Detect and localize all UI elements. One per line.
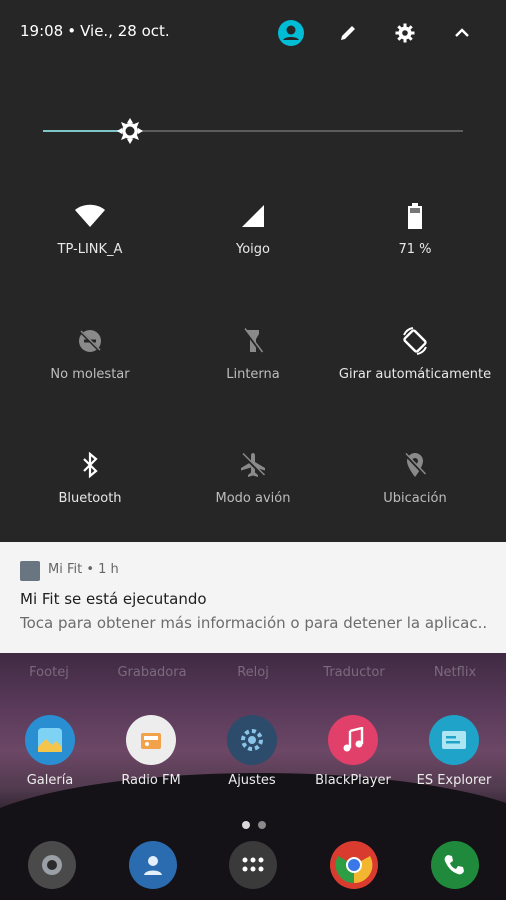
app-label-netflix[interactable]: Netflix: [410, 665, 500, 680]
tile-auto-rotate[interactable]: Girar automáticamente: [331, 321, 499, 431]
notification-mi-fit[interactable]: Mi Fit • 1 h Mi Fit se está ejecutando T…: [0, 542, 506, 653]
music-icon: [328, 715, 378, 765]
app-label-footej[interactable]: Footej: [4, 665, 94, 680]
app-ajustes[interactable]: Ajustes: [202, 715, 302, 788]
page-indicator: [238, 814, 270, 833]
notification-text: Toca para obtener más información o para…: [20, 614, 488, 632]
page-dot: [258, 821, 266, 829]
flashlight-icon: [169, 321, 337, 361]
battery-icon: [331, 196, 499, 236]
quick-settings-panel: 19:08 • Vie., 28 oct. TP-LINK_A Yoigo 71…: [0, 0, 506, 542]
tile-label: Modo avión: [215, 491, 291, 506]
user-account-icon[interactable]: [277, 19, 305, 47]
contacts-icon[interactable]: [129, 841, 177, 889]
tile-label: Bluetooth: [58, 491, 122, 506]
mi-fit-app-icon: [20, 561, 40, 581]
tile-label: Yoigo: [236, 242, 270, 257]
radio-icon: [126, 715, 176, 765]
app-label-reloj[interactable]: Reloj: [208, 665, 298, 680]
tile-mobile-network[interactable]: Yoigo: [169, 196, 337, 306]
tile-flashlight[interactable]: Linterna: [169, 321, 337, 431]
tile-label: TP-LINK_A: [57, 242, 123, 257]
edit-pencil-icon[interactable]: [334, 19, 362, 47]
tile-battery[interactable]: 71 %: [331, 196, 499, 306]
notification-title: Mi Fit se está ejecutando: [20, 590, 207, 608]
bluetooth-icon: [6, 445, 174, 485]
tile-wifi[interactable]: TP-LINK_A: [6, 196, 174, 306]
app-name: Ajustes: [228, 773, 276, 788]
cellular-signal-icon: [169, 196, 337, 236]
date: Vie., 28 oct.: [80, 22, 170, 40]
tile-label: Girar automáticamente: [338, 367, 492, 382]
notification-app-name: Mi Fit: [48, 562, 83, 577]
app-label-grabadora[interactable]: Grabadora: [107, 665, 197, 680]
app-name: Galería: [26, 773, 74, 788]
app-galeria[interactable]: Galería: [0, 715, 100, 788]
file-explorer-icon: [429, 715, 479, 765]
app-label-traductor[interactable]: Traductor: [309, 665, 399, 680]
settings-gear-icon[interactable]: [391, 19, 419, 47]
collapse-chevron-up-icon[interactable]: [448, 19, 476, 47]
brightness-slider[interactable]: [43, 118, 463, 144]
app-name: ES Explorer: [416, 773, 492, 788]
app-es-explorer[interactable]: ES Explorer: [404, 715, 504, 788]
chrome-icon[interactable]: [330, 841, 378, 889]
notification-time: 1 h: [98, 562, 119, 577]
time-date: 19:08 • Vie., 28 oct.: [20, 22, 170, 40]
page-dot-active: [242, 821, 250, 829]
tile-label: No molestar: [50, 367, 130, 382]
settings-app-icon: [227, 715, 277, 765]
app-drawer-icon[interactable]: [229, 841, 277, 889]
do-not-disturb-icon: [6, 321, 174, 361]
camera-icon[interactable]: [28, 841, 76, 889]
app-blackplayer[interactable]: BlackPlayer: [303, 715, 403, 788]
tile-airplane-mode[interactable]: Modo avión: [169, 445, 337, 555]
tile-location[interactable]: Ubicación: [331, 445, 499, 555]
wifi-icon: [6, 196, 174, 236]
time: 19:08: [20, 22, 64, 40]
app-name: Radio FM: [121, 773, 181, 788]
app-name: BlackPlayer: [315, 773, 391, 788]
tile-bluetooth[interactable]: Bluetooth: [6, 445, 174, 555]
app-radio-fm[interactable]: Radio FM: [101, 715, 201, 788]
phone-icon[interactable]: [431, 841, 479, 889]
tile-do-not-disturb[interactable]: No molestar: [6, 321, 174, 431]
brightness-thumb-icon[interactable]: [117, 118, 143, 144]
notification-header: Mi Fit • 1 h: [48, 562, 119, 577]
gallery-icon: [25, 715, 75, 765]
home-screen: Footej Grabadora Reloj Traductor Netflix…: [0, 653, 506, 900]
location-off-icon: [331, 445, 499, 485]
airplane-icon: [169, 445, 337, 485]
tile-label: Ubicación: [383, 491, 447, 506]
tile-label: 71 %: [398, 242, 432, 257]
auto-rotate-icon: [331, 321, 499, 361]
status-bar: 19:08 • Vie., 28 oct.: [0, 0, 506, 64]
tile-label: Linterna: [226, 367, 280, 382]
